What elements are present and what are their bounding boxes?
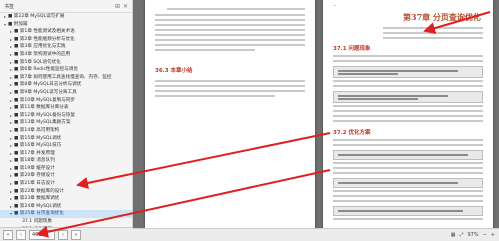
outline-tree: ▸ ■ 第22章 MySQL读写扩展 ▾ ■ 附加篇 ▸ ■ 第1章 性能测试及相关术语 ▸…: [0, 13, 132, 227]
last-page-icon[interactable]: »: [71, 229, 81, 240]
code-block: [333, 178, 483, 188]
outline-item-label: ■ 第2章 性能瓶颈分析与优化: [14, 36, 75, 42]
outline-item-label: ■ 第22章 数据库的设计: [14, 188, 64, 194]
next-page-icon[interactable]: ›: [58, 229, 68, 240]
outline-item[interactable]: ▸ ■ 第21章 日志设计: [0, 180, 132, 188]
prev-page-icon[interactable]: ‹: [16, 229, 26, 240]
outline-item[interactable]: ▸ ■ 第17章 并发原理: [0, 150, 132, 158]
chapter-title: 第37章 分页查询优化: [403, 12, 481, 22]
pdf-page-right: — 第37章 分页查询优化 37.1 问题现象 37.2 优化方案: [323, 0, 493, 228]
outline-item-label: ■ 第4章 架构测试中的应用: [14, 51, 71, 57]
outline-item-label: ■ 第22章 MySQL读写扩展: [8, 14, 65, 19]
outline-item[interactable]: ▸ ■ 第20章 存储设计: [0, 172, 132, 180]
outline-item-label: ■ 第9章 MySQL读写分离工具: [14, 89, 77, 95]
outline-item[interactable]: ▸ ■ 第16章 MySQL技巧: [0, 142, 132, 150]
outline-item-label: ■ 第5章 SQL语句优化: [14, 59, 61, 65]
page-number-input[interactable]: 461: [29, 229, 55, 240]
outline-item-label: ■ 第18章 消息队列: [14, 158, 55, 164]
outline-item-label: 37.1 问题现象: [22, 219, 53, 225]
outline-item-label: ■ 第23章 数据库调优: [14, 196, 60, 202]
outline-item-label: ■ 第19章 缓存设计: [14, 165, 55, 171]
running-header: —: [333, 3, 337, 7]
outline-item-label: ■ 第15章 MySQL调优: [14, 135, 62, 141]
code-block: [333, 206, 483, 216]
outline-item-label: ■ 第16章 MySQL技巧: [14, 143, 62, 149]
outline-item-label: ■ 第24章 MySQL调优: [14, 203, 62, 209]
outline-item[interactable]: ▸ ■ 第23章 数据库调优: [0, 195, 132, 203]
outline-item[interactable]: ▸ ■ 第12章 MySQL备份与恢复: [0, 112, 132, 120]
outline-item-label: ■ 第6章 Redis性能监控与调优: [14, 67, 78, 73]
outline-item[interactable]: ▸ ■ 第3章 应用优化与实践: [0, 43, 132, 51]
outline-item-label: ■ 第13章 MySQL集群方案: [14, 120, 71, 126]
zoom-out-icon[interactable]: −: [483, 232, 487, 238]
outline-item[interactable]: ▸ ■ 第13章 MySQL集群方案: [0, 119, 132, 127]
sidebar-tools: ⊞ ✕: [115, 3, 128, 10]
outline-item[interactable]: ▸ ■ 第9章 MySQL读写分离工具: [0, 89, 132, 97]
outline-item[interactable]: ▸ ■ 第2章 性能瓶颈分析与优化: [0, 36, 132, 44]
outline-item[interactable]: ▸ ■ 第4章 架构测试中的应用: [0, 51, 132, 59]
code-block: [333, 66, 483, 78]
outline-item[interactable]: ▾ ■ 第25章 分页查询优化: [0, 210, 132, 219]
outline-item[interactable]: ▸ ■ 第19章 缓存设计: [0, 165, 132, 173]
outline-item[interactable]: 37.1 问题现象: [0, 218, 132, 226]
outline-item-label: ■ 第12章 MySQL备份与恢复: [14, 112, 76, 118]
outline-item-label: ■ 第20章 存储设计: [14, 173, 55, 179]
outline-item-label: ■ 第11章 数据库分库分表: [14, 105, 69, 111]
pdf-page-left: 36.3 本章小结: [145, 0, 315, 228]
expand-icon[interactable]: ⊞: [115, 3, 120, 10]
outline-item[interactable]: ▸ ■ 第10章 MySQL复制与同步: [0, 97, 132, 105]
outline-item[interactable]: ▸ ■ 第18章 消息队列: [0, 157, 132, 165]
section-heading-2: 37.2 优化方案: [333, 130, 371, 136]
section-heading: 36.3 本章小结: [155, 68, 193, 74]
outline-item[interactable]: ▸ ■ 第7章 如何使用工具查找慢查询、内存、监控: [0, 74, 132, 82]
outline-item-label: ■ 第3章 应用优化与实践: [14, 44, 66, 50]
grid-icon[interactable]: ▦: [451, 232, 456, 238]
outline-item[interactable]: ▸ ■ 第22章 数据库的设计: [0, 188, 132, 196]
sidebar-title: 书签: [4, 3, 15, 10]
zoom-value: 97%: [467, 232, 479, 238]
bookmark-sidebar: 书签 ⊞ ✕ ▸ ■ 第22章 MySQL读写扩展 ▾ ■ 附加篇 ▸ ■ 第1章 性能测…: [0, 0, 135, 241]
outline-item[interactable]: ▸ ■ 第15章 MySQL调优: [0, 135, 132, 143]
page-navigation: « ‹ 461 › »: [0, 227, 135, 241]
outline-item-label: ■ 第21章 日志设计: [14, 181, 55, 187]
outline-item[interactable]: ▸ ■ 第5章 SQL语句优化: [0, 59, 132, 67]
section-heading-1: 37.1 问题现象: [333, 46, 371, 52]
outline-item-label: ■ 第1章 性能测试及相关术语: [14, 29, 75, 35]
outline-item[interactable]: ▸ ■ 第14章 高可用架构: [0, 127, 132, 135]
fit-icon[interactable]: ⤢: [459, 232, 463, 238]
sidebar-header: 书签 ⊞ ✕: [0, 0, 132, 13]
outline-item-label: ■ 第7章 如何使用工具查找慢查询、内存、监控: [14, 74, 112, 80]
close-icon[interactable]: ✕: [123, 3, 128, 10]
outline-item[interactable]: ▸ ■ 第22章 MySQL读写扩展: [0, 13, 132, 21]
outline-item-label: ■ 附加篇: [8, 21, 28, 27]
outline-item[interactable]: ▸ ■ 第1章 性能测试及相关术语: [0, 28, 132, 36]
outline-item[interactable]: ▾ ■ 附加篇: [0, 21, 132, 29]
outline-item-label: ■ 第10章 MySQL复制与同步: [14, 97, 76, 103]
outline-item-label: ■ 第17章 并发原理: [14, 150, 55, 156]
first-page-icon[interactable]: «: [3, 229, 13, 240]
outline-item[interactable]: ▸ ■ 第6章 Redis性能监控与调优: [0, 66, 132, 74]
outline-item[interactable]: ▸ ■ 第24章 MySQL调优: [0, 203, 132, 211]
code-block: [333, 91, 483, 103]
outline-item[interactable]: ▸ ■ 第8章 MySQL日志分析与调优: [0, 81, 132, 89]
outline-item-label: ■ 第25章 分页查询优化: [14, 211, 64, 217]
outline-item-label: ■ 第14章 高可用架构: [14, 127, 60, 133]
document-viewer[interactable]: 36.3 本章小结 — 第37章 分页查询优化 37.1 问题现象 37.2 优…: [133, 0, 499, 241]
zoom-in-icon[interactable]: +: [491, 232, 495, 238]
outline-item[interactable]: ▸ ■ 第11章 数据库分库分表: [0, 104, 132, 112]
code-block: [333, 150, 483, 160]
outline-item-label: ■ 第8章 MySQL日志分析与调优: [14, 82, 82, 88]
status-bar: ▦ ⤢ 97% − +: [133, 228, 499, 241]
